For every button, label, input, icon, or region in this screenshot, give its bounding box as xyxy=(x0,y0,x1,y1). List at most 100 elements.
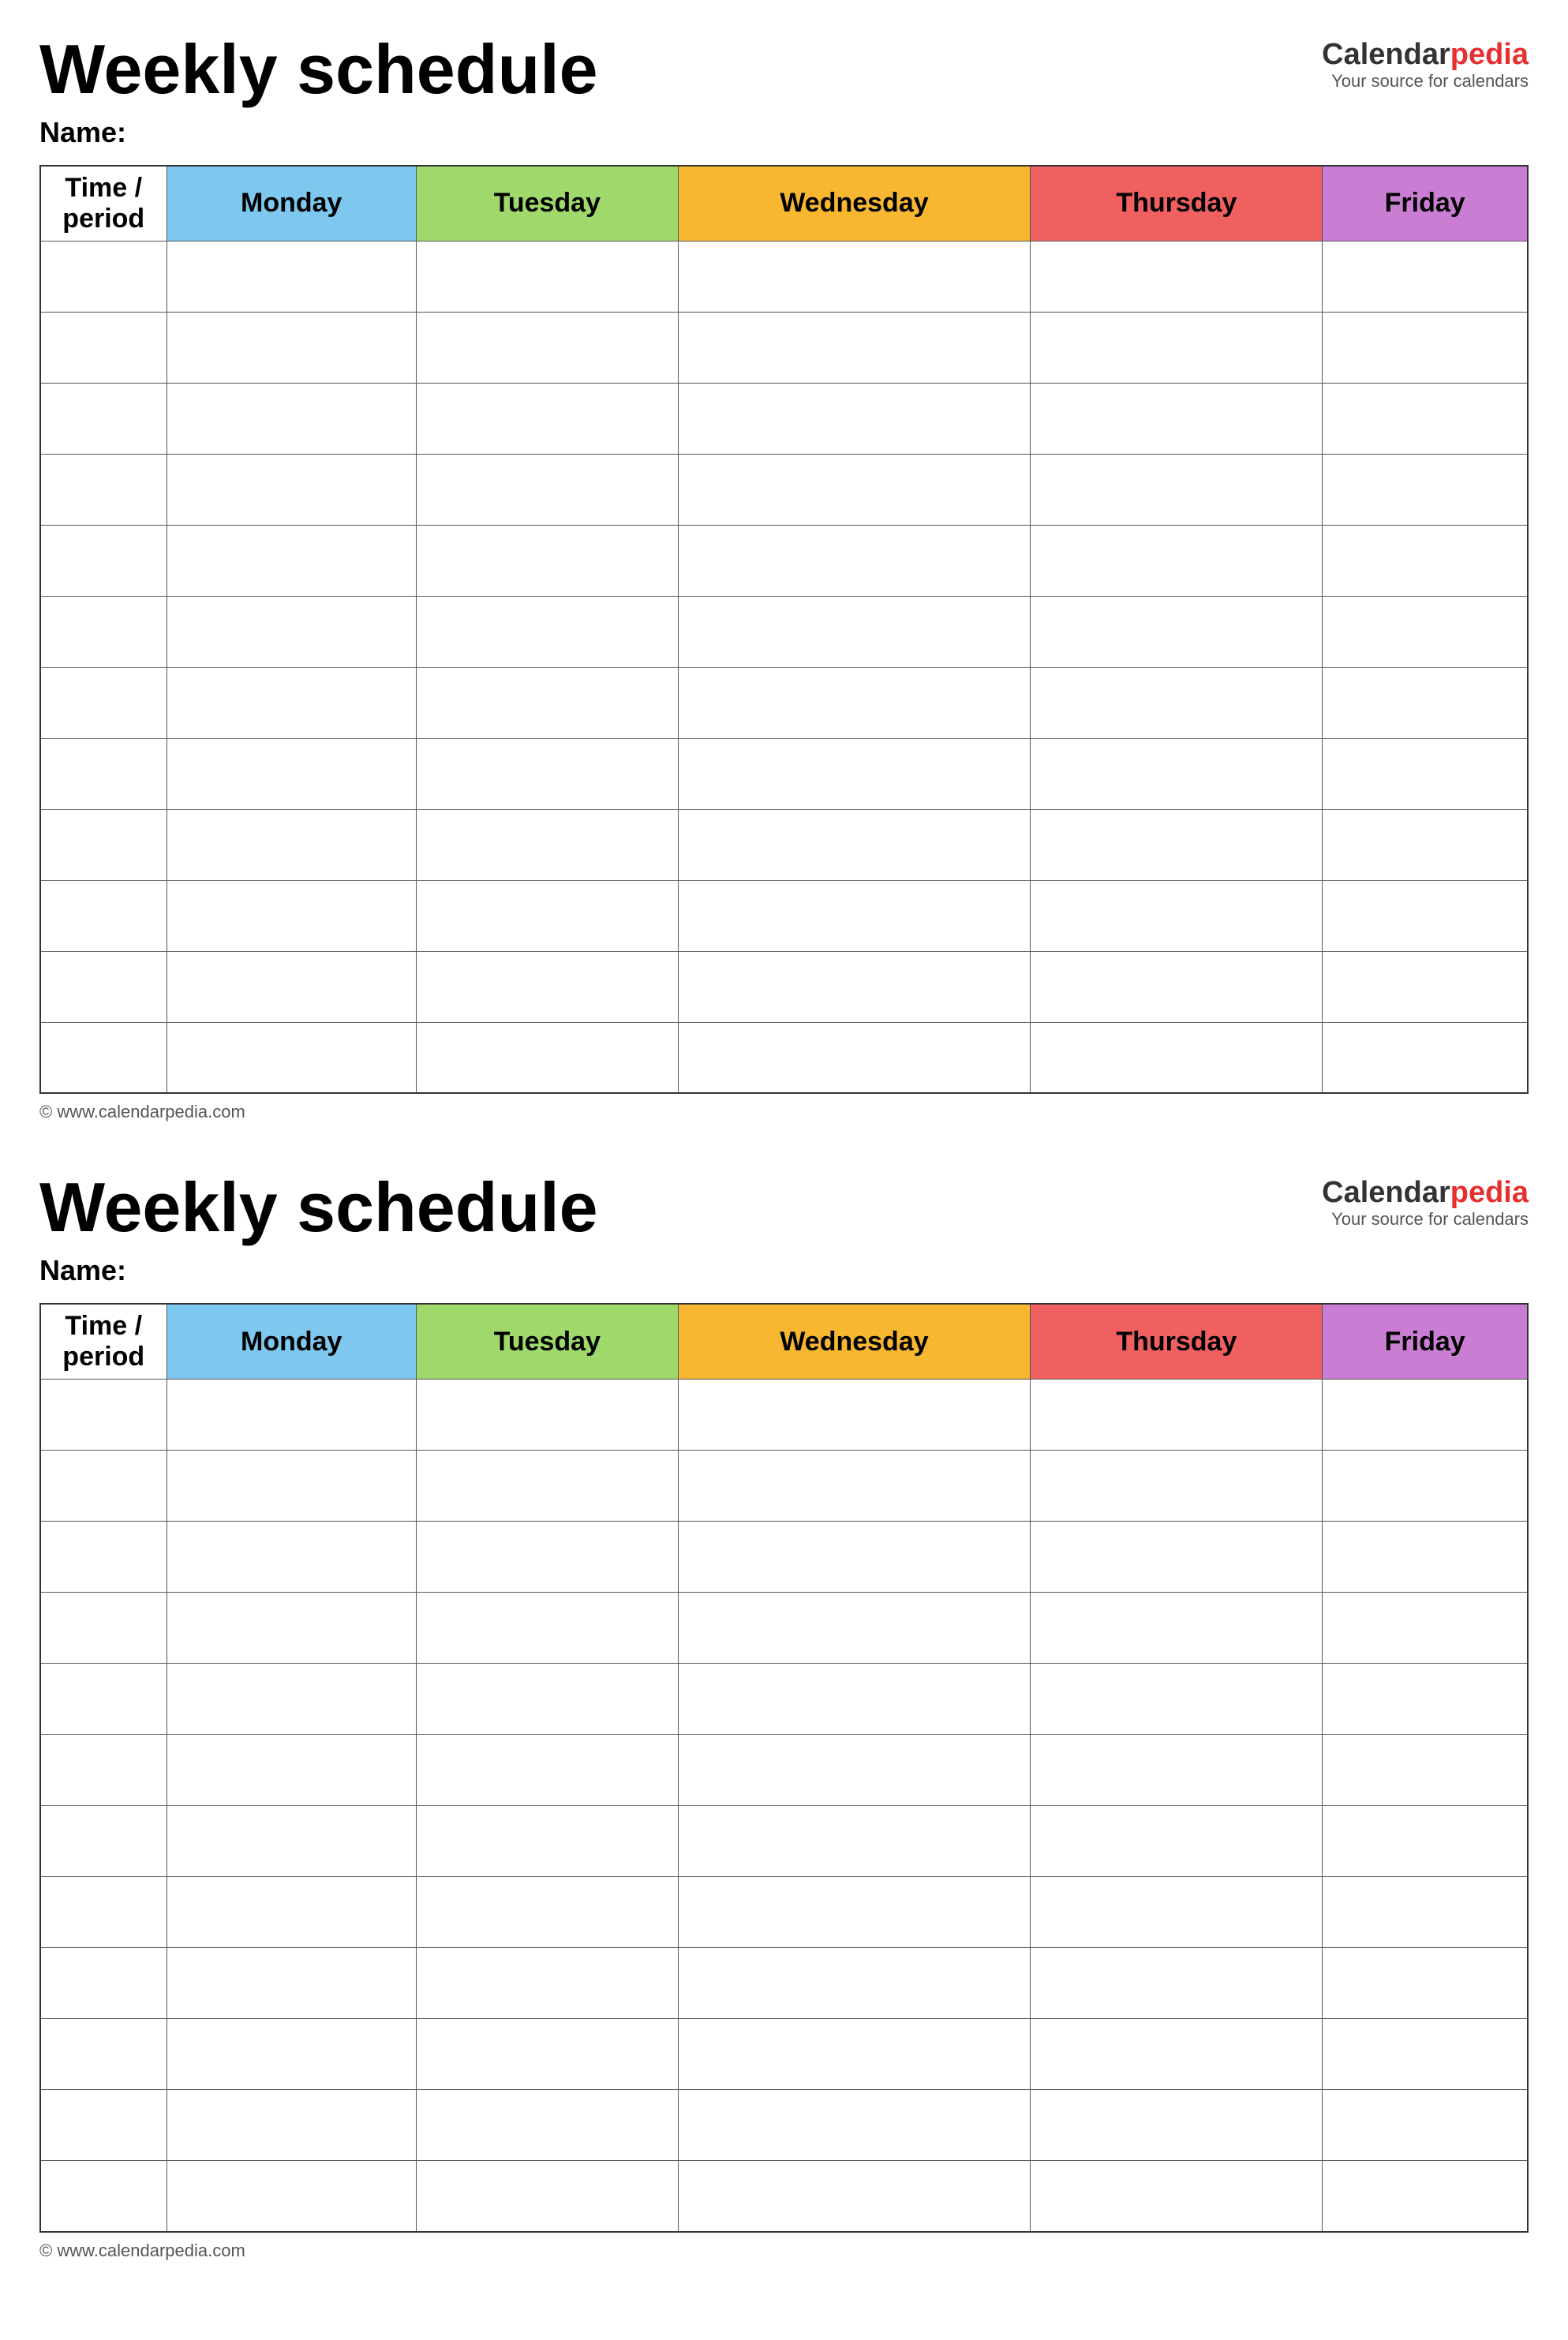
table-cell[interactable] xyxy=(40,809,167,880)
table-cell[interactable] xyxy=(1323,809,1528,880)
table-cell[interactable] xyxy=(1323,1451,1528,1522)
table-cell[interactable] xyxy=(40,1664,167,1735)
table-cell[interactable] xyxy=(40,1877,167,1948)
table-cell[interactable] xyxy=(1323,241,1528,312)
table-cell[interactable] xyxy=(1031,454,1323,525)
table-cell[interactable] xyxy=(1031,1522,1323,1593)
table-cell[interactable] xyxy=(678,596,1031,667)
table-cell[interactable] xyxy=(1323,2019,1528,2090)
table-cell[interactable] xyxy=(678,2019,1031,2090)
table-cell[interactable] xyxy=(1323,1522,1528,1593)
table-cell[interactable] xyxy=(1031,1806,1323,1877)
table-cell[interactable] xyxy=(416,1664,678,1735)
table-cell[interactable] xyxy=(40,1522,167,1593)
table-cell[interactable] xyxy=(678,2161,1031,2232)
table-cell[interactable] xyxy=(1031,1593,1323,1664)
table-cell[interactable] xyxy=(678,1877,1031,1948)
table-cell[interactable] xyxy=(167,1522,416,1593)
table-cell[interactable] xyxy=(40,951,167,1022)
table-cell[interactable] xyxy=(416,2161,678,2232)
table-cell[interactable] xyxy=(167,312,416,383)
table-cell[interactable] xyxy=(1031,525,1323,596)
table-cell[interactable] xyxy=(167,454,416,525)
table-cell[interactable] xyxy=(1031,1735,1323,1806)
table-cell[interactable] xyxy=(40,2019,167,2090)
table-cell[interactable] xyxy=(167,2019,416,2090)
table-cell[interactable] xyxy=(167,667,416,738)
table-cell[interactable] xyxy=(416,1806,678,1877)
table-cell[interactable] xyxy=(167,1451,416,1522)
table-cell[interactable] xyxy=(1031,1451,1323,1522)
table-cell[interactable] xyxy=(167,1664,416,1735)
table-cell[interactable] xyxy=(40,1022,167,1093)
table-cell[interactable] xyxy=(1323,312,1528,383)
table-cell[interactable] xyxy=(1031,951,1323,1022)
table-cell[interactable] xyxy=(40,738,167,809)
table-cell[interactable] xyxy=(416,1451,678,1522)
table-cell[interactable] xyxy=(167,383,416,454)
table-cell[interactable] xyxy=(678,1948,1031,2019)
table-cell[interactable] xyxy=(678,241,1031,312)
table-cell[interactable] xyxy=(416,667,678,738)
table-cell[interactable] xyxy=(678,1593,1031,1664)
table-cell[interactable] xyxy=(416,880,678,951)
table-cell[interactable] xyxy=(40,1593,167,1664)
table-cell[interactable] xyxy=(167,1735,416,1806)
table-cell[interactable] xyxy=(40,880,167,951)
table-cell[interactable] xyxy=(167,809,416,880)
table-cell[interactable] xyxy=(678,2090,1031,2161)
table-cell[interactable] xyxy=(167,1380,416,1451)
table-cell[interactable] xyxy=(416,454,678,525)
table-cell[interactable] xyxy=(1323,383,1528,454)
table-cell[interactable] xyxy=(1323,880,1528,951)
table-cell[interactable] xyxy=(416,2090,678,2161)
table-cell[interactable] xyxy=(40,1451,167,1522)
table-cell[interactable] xyxy=(1323,1948,1528,2019)
table-cell[interactable] xyxy=(678,880,1031,951)
table-cell[interactable] xyxy=(678,738,1031,809)
table-cell[interactable] xyxy=(678,1380,1031,1451)
table-cell[interactable] xyxy=(1031,1022,1323,1093)
table-cell[interactable] xyxy=(678,809,1031,880)
table-cell[interactable] xyxy=(40,1948,167,2019)
table-cell[interactable] xyxy=(40,2161,167,2232)
table-cell[interactable] xyxy=(1323,951,1528,1022)
table-cell[interactable] xyxy=(678,667,1031,738)
table-cell[interactable] xyxy=(1031,1664,1323,1735)
table-cell[interactable] xyxy=(1323,1664,1528,1735)
table-cell[interactable] xyxy=(40,1735,167,1806)
table-cell[interactable] xyxy=(1323,1877,1528,1948)
table-cell[interactable] xyxy=(167,738,416,809)
table-cell[interactable] xyxy=(678,1451,1031,1522)
table-cell[interactable] xyxy=(678,1664,1031,1735)
table-cell[interactable] xyxy=(416,596,678,667)
table-cell[interactable] xyxy=(678,951,1031,1022)
table-cell[interactable] xyxy=(167,1022,416,1093)
table-cell[interactable] xyxy=(416,2019,678,2090)
table-cell[interactable] xyxy=(1031,2161,1323,2232)
table-cell[interactable] xyxy=(40,596,167,667)
table-cell[interactable] xyxy=(167,1948,416,2019)
table-cell[interactable] xyxy=(167,241,416,312)
table-cell[interactable] xyxy=(678,312,1031,383)
table-cell[interactable] xyxy=(678,1522,1031,1593)
table-cell[interactable] xyxy=(1323,2090,1528,2161)
table-cell[interactable] xyxy=(416,312,678,383)
table-cell[interactable] xyxy=(1323,454,1528,525)
table-cell[interactable] xyxy=(1031,2019,1323,2090)
table-cell[interactable] xyxy=(1323,1022,1528,1093)
table-cell[interactable] xyxy=(416,1380,678,1451)
table-cell[interactable] xyxy=(1031,880,1323,951)
table-cell[interactable] xyxy=(167,880,416,951)
table-cell[interactable] xyxy=(416,951,678,1022)
table-cell[interactable] xyxy=(416,809,678,880)
table-cell[interactable] xyxy=(40,241,167,312)
table-cell[interactable] xyxy=(40,454,167,525)
table-cell[interactable] xyxy=(1031,312,1323,383)
table-cell[interactable] xyxy=(678,1022,1031,1093)
table-cell[interactable] xyxy=(40,2090,167,2161)
table-cell[interactable] xyxy=(1031,596,1323,667)
table-cell[interactable] xyxy=(416,1022,678,1093)
table-cell[interactable] xyxy=(40,1380,167,1451)
table-cell[interactable] xyxy=(678,1806,1031,1877)
